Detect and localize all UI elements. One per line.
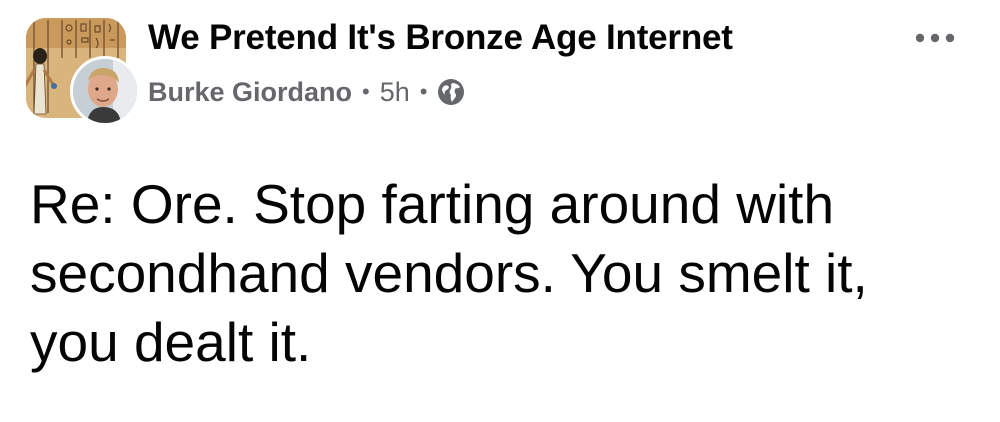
post-timestamp[interactable]: 5h	[380, 77, 410, 108]
post-header: We Pretend It's Bronze Age Internet Burk…	[0, 0, 1000, 140]
meta-separator: •	[419, 79, 428, 104]
meta-separator: •	[362, 79, 370, 104]
more-options-icon	[915, 33, 955, 43]
post-text: Re: Ore. Stop farting around with second…	[30, 173, 868, 373]
person-photo-icon	[73, 59, 137, 123]
author-name[interactable]: Burke Giordano	[148, 77, 352, 108]
group-name[interactable]: We Pretend It's Bronze Age Internet	[148, 18, 733, 58]
author-avatar[interactable]	[70, 56, 140, 126]
globe-icon[interactable]	[437, 78, 465, 106]
more-options-button[interactable]	[900, 18, 970, 58]
post-meta: Burke Giordano • 5h •	[148, 72, 465, 112]
